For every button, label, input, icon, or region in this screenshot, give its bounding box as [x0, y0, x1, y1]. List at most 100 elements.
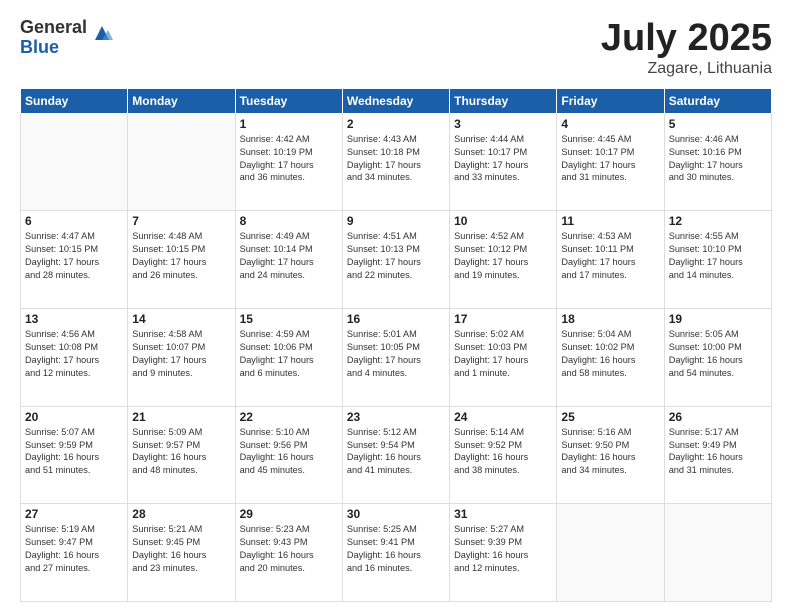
- table-row: 16 Sunrise: 5:01 AM Sunset: 10:05 PM Dayl…: [342, 309, 449, 407]
- day-number: 1: [240, 117, 338, 131]
- day-number: 5: [669, 117, 767, 131]
- calendar-header-row: Sunday Monday Tuesday Wednesday Thursday…: [21, 88, 772, 113]
- table-row: 5 Sunrise: 4:46 AM Sunset: 10:16 PM Dayli…: [664, 113, 771, 211]
- logo-icon: [91, 22, 113, 49]
- day-detail: Sunrise: 5:04 AM Sunset: 10:02 PM Daylig…: [561, 328, 659, 380]
- day-number: 3: [454, 117, 552, 131]
- table-row: 17 Sunrise: 5:02 AM Sunset: 10:03 PM Dayl…: [450, 309, 557, 407]
- day-detail: Sunrise: 5:25 AM Sunset: 9:41 PM Dayligh…: [347, 523, 445, 575]
- day-number: 26: [669, 410, 767, 424]
- day-number: 16: [347, 312, 445, 326]
- header-tuesday: Tuesday: [235, 88, 342, 113]
- day-detail: Sunrise: 5:01 AM Sunset: 10:05 PM Daylig…: [347, 328, 445, 380]
- day-detail: Sunrise: 5:21 AM Sunset: 9:45 PM Dayligh…: [132, 523, 230, 575]
- day-number: 31: [454, 507, 552, 521]
- day-number: 7: [132, 214, 230, 228]
- day-detail: Sunrise: 4:49 AM Sunset: 10:14 PM Daylig…: [240, 230, 338, 282]
- title-month: July 2025: [601, 18, 772, 60]
- header: General Blue July 2025 Zagare, Lithuania: [20, 18, 772, 78]
- table-row: 13 Sunrise: 4:56 AM Sunset: 10:08 PM Dayl…: [21, 309, 128, 407]
- header-wednesday: Wednesday: [342, 88, 449, 113]
- day-detail: Sunrise: 4:53 AM Sunset: 10:11 PM Daylig…: [561, 230, 659, 282]
- day-number: 28: [132, 507, 230, 521]
- day-detail: Sunrise: 5:16 AM Sunset: 9:50 PM Dayligh…: [561, 426, 659, 478]
- title-block: July 2025 Zagare, Lithuania: [601, 18, 772, 78]
- day-number: 25: [561, 410, 659, 424]
- logo: General Blue: [20, 18, 113, 58]
- day-number: 11: [561, 214, 659, 228]
- day-detail: Sunrise: 4:46 AM Sunset: 10:16 PM Daylig…: [669, 133, 767, 185]
- day-detail: Sunrise: 5:19 AM Sunset: 9:47 PM Dayligh…: [25, 523, 123, 575]
- table-row: 25 Sunrise: 5:16 AM Sunset: 9:50 PM Dayli…: [557, 406, 664, 504]
- day-number: 21: [132, 410, 230, 424]
- table-row: 24Sunrise: 5:14 AM Sunset: 9:52 PM Dayli…: [450, 406, 557, 504]
- day-number: 13: [25, 312, 123, 326]
- day-detail: Sunrise: 5:05 AM Sunset: 10:00 PM Daylig…: [669, 328, 767, 380]
- day-number: 20: [25, 410, 123, 424]
- header-thursday: Thursday: [450, 88, 557, 113]
- table-row: [128, 113, 235, 211]
- page: General Blue July 2025 Zagare, Lithuania…: [0, 0, 792, 612]
- day-detail: Sunrise: 4:56 AM Sunset: 10:08 PM Daylig…: [25, 328, 123, 380]
- day-number: 8: [240, 214, 338, 228]
- day-number: 4: [561, 117, 659, 131]
- table-row: 12 Sunrise: 4:55 AM Sunset: 10:10 PM Dayl…: [664, 211, 771, 309]
- day-detail: Sunrise: 4:44 AM Sunset: 10:17 PM Daylig…: [454, 133, 552, 185]
- table-row: 3 Sunrise: 4:44 AM Sunset: 10:17 PM Dayli…: [450, 113, 557, 211]
- logo-blue: Blue: [20, 38, 87, 58]
- table-row: 4 Sunrise: 4:45 AM Sunset: 10:17 PM Dayli…: [557, 113, 664, 211]
- table-row: 31Sunrise: 5:27 AM Sunset: 9:39 PM Dayli…: [450, 504, 557, 602]
- table-row: 1Sunrise: 4:42 AM Sunset: 10:19 PM Dayli…: [235, 113, 342, 211]
- day-number: 17: [454, 312, 552, 326]
- table-row: 27Sunrise: 5:19 AM Sunset: 9:47 PM Dayli…: [21, 504, 128, 602]
- day-number: 30: [347, 507, 445, 521]
- day-number: 29: [240, 507, 338, 521]
- day-detail: Sunrise: 5:10 AM Sunset: 9:56 PM Dayligh…: [240, 426, 338, 478]
- day-detail: Sunrise: 4:58 AM Sunset: 10:07 PM Daylig…: [132, 328, 230, 380]
- table-row: 28 Sunrise: 5:21 AM Sunset: 9:45 PM Dayli…: [128, 504, 235, 602]
- table-row: 8 Sunrise: 4:49 AM Sunset: 10:14 PM Dayli…: [235, 211, 342, 309]
- day-number: 22: [240, 410, 338, 424]
- day-number: 12: [669, 214, 767, 228]
- table-row: 10 Sunrise: 4:52 AM Sunset: 10:12 PM Dayl…: [450, 211, 557, 309]
- table-row: 18Sunrise: 5:04 AM Sunset: 10:02 PM Dayl…: [557, 309, 664, 407]
- table-row: [664, 504, 771, 602]
- day-detail: Sunrise: 4:52 AM Sunset: 10:12 PM Daylig…: [454, 230, 552, 282]
- day-detail: Sunrise: 4:48 AM Sunset: 10:15 PM Daylig…: [132, 230, 230, 282]
- table-row: 2 Sunrise: 4:43 AM Sunset: 10:18 PM Dayli…: [342, 113, 449, 211]
- day-detail: Sunrise: 4:55 AM Sunset: 10:10 PM Daylig…: [669, 230, 767, 282]
- day-detail: Sunrise: 4:45 AM Sunset: 10:17 PM Daylig…: [561, 133, 659, 185]
- day-detail: Sunrise: 5:23 AM Sunset: 9:43 PM Dayligh…: [240, 523, 338, 575]
- table-row: 14 Sunrise: 4:58 AM Sunset: 10:07 PM Dayl…: [128, 309, 235, 407]
- day-detail: Sunrise: 4:43 AM Sunset: 10:18 PM Daylig…: [347, 133, 445, 185]
- day-number: 15: [240, 312, 338, 326]
- day-detail: Sunrise: 4:51 AM Sunset: 10:13 PM Daylig…: [347, 230, 445, 282]
- header-monday: Monday: [128, 88, 235, 113]
- table-row: 22 Sunrise: 5:10 AM Sunset: 9:56 PM Dayli…: [235, 406, 342, 504]
- day-number: 14: [132, 312, 230, 326]
- table-row: 30 Sunrise: 5:25 AM Sunset: 9:41 PM Dayli…: [342, 504, 449, 602]
- table-row: [557, 504, 664, 602]
- table-row: 23Sunrise: 5:12 AM Sunset: 9:54 PM Dayli…: [342, 406, 449, 504]
- table-row: 7 Sunrise: 4:48 AM Sunset: 10:15 PM Dayli…: [128, 211, 235, 309]
- table-row: 20Sunrise: 5:07 AM Sunset: 9:59 PM Dayli…: [21, 406, 128, 504]
- day-number: 10: [454, 214, 552, 228]
- table-row: [21, 113, 128, 211]
- day-number: 6: [25, 214, 123, 228]
- day-number: 23: [347, 410, 445, 424]
- table-row: 6Sunrise: 4:47 AM Sunset: 10:15 PM Dayli…: [21, 211, 128, 309]
- table-row: 11 Sunrise: 4:53 AM Sunset: 10:11 PM Dayl…: [557, 211, 664, 309]
- logo-general: General: [20, 18, 87, 38]
- day-detail: Sunrise: 5:02 AM Sunset: 10:03 PM Daylig…: [454, 328, 552, 380]
- table-row: 19Sunrise: 5:05 AM Sunset: 10:00 PM Dayl…: [664, 309, 771, 407]
- title-location: Zagare, Lithuania: [601, 60, 772, 78]
- day-number: 2: [347, 117, 445, 131]
- calendar-week-1: 1Sunrise: 4:42 AM Sunset: 10:19 PM Dayli…: [21, 113, 772, 211]
- day-detail: Sunrise: 5:17 AM Sunset: 9:49 PM Dayligh…: [669, 426, 767, 478]
- day-number: 9: [347, 214, 445, 228]
- table-row: 26 Sunrise: 5:17 AM Sunset: 9:49 PM Dayli…: [664, 406, 771, 504]
- calendar-week-3: 13 Sunrise: 4:56 AM Sunset: 10:08 PM Dayl…: [21, 309, 772, 407]
- header-friday: Friday: [557, 88, 664, 113]
- table-row: 29 Sunrise: 5:23 AM Sunset: 9:43 PM Dayli…: [235, 504, 342, 602]
- table-row: 15Sunrise: 4:59 AM Sunset: 10:06 PM Dayl…: [235, 309, 342, 407]
